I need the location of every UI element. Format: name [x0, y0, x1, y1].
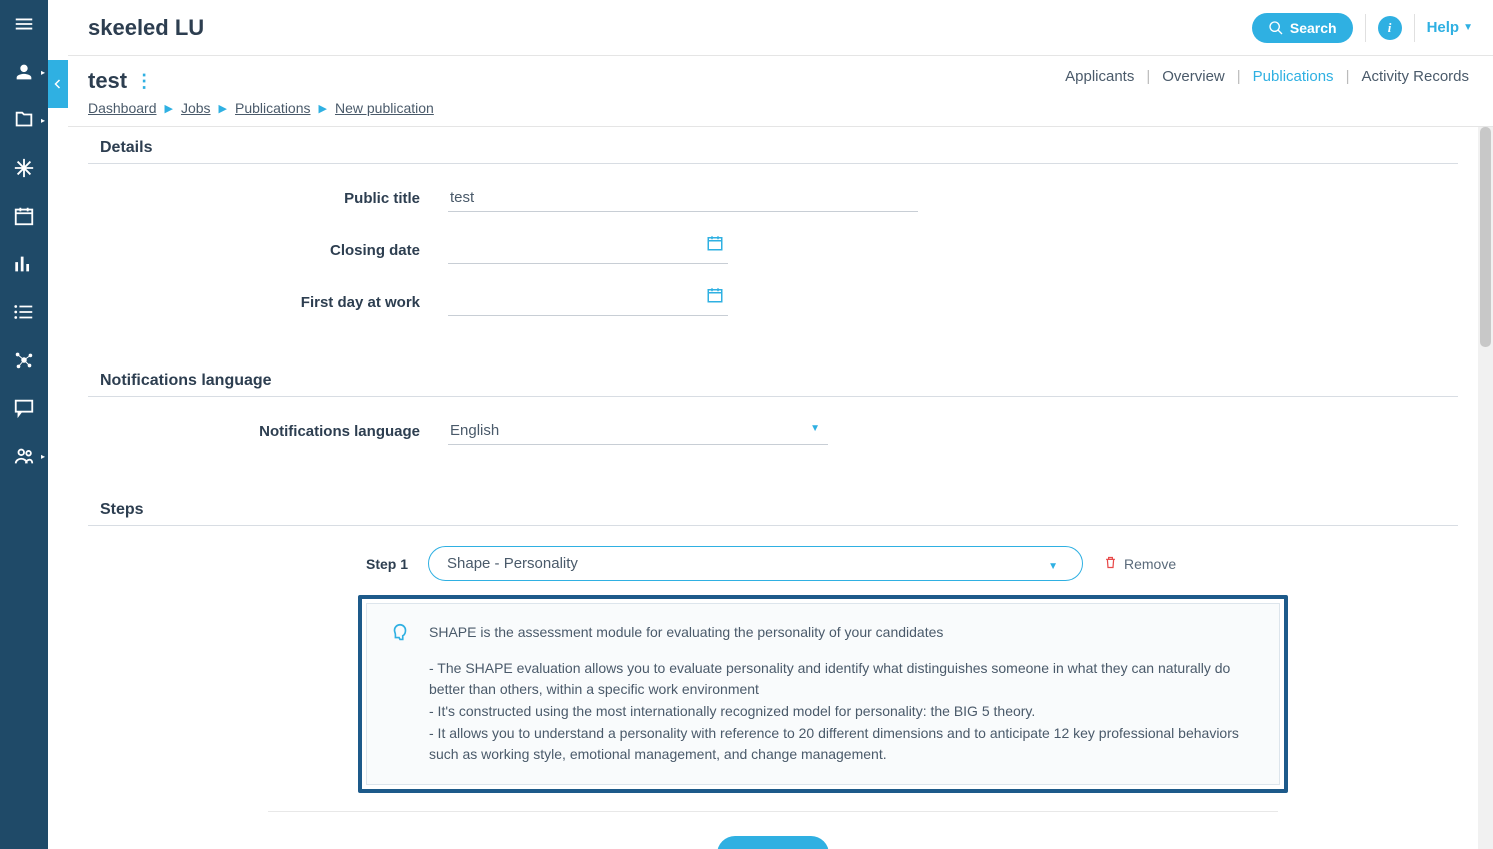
info-headline: SHAPE is the assessment module for evalu… [429, 622, 1257, 644]
step1-select[interactable]: Shape - Personality ▼ [428, 546, 1083, 581]
calendar-icon [706, 286, 724, 304]
expand-icon: ▸ [41, 68, 45, 77]
section-steps-title: Steps [88, 493, 1458, 526]
chevron-left-icon [52, 78, 64, 90]
section-notifications-title: Notifications language [88, 364, 1458, 397]
breadcrumb-publications[interactable]: Publications [235, 100, 311, 116]
chevron-right-icon: ▶ [319, 102, 327, 115]
scrollbar-thumb[interactable] [1480, 127, 1491, 347]
info-panel: SHAPE is the assessment module for evalu… [358, 595, 1288, 793]
calendar-icon [13, 205, 35, 227]
head-icon [389, 622, 411, 766]
network-icon [13, 349, 35, 371]
calendar-icon [706, 234, 724, 252]
help-button[interactable]: Help ▼ [1427, 19, 1473, 36]
notifications-language-select[interactable] [448, 417, 828, 445]
expand-icon: ▸ [41, 116, 45, 125]
sidebar-item-calendar[interactable] [0, 192, 48, 240]
first-day-input[interactable] [448, 288, 728, 316]
section-details-title: Details [88, 131, 1458, 164]
tab-publications[interactable]: Publications [1249, 68, 1338, 85]
step1-label: Step 1 [338, 556, 408, 572]
chevron-down-icon: ▼ [1463, 22, 1473, 33]
collapse-column [48, 0, 68, 849]
chevron-right-icon: ▶ [165, 102, 173, 115]
sidebar-item-analytics[interactable] [0, 240, 48, 288]
breadcrumb-new-publication[interactable]: New publication [335, 100, 434, 116]
chevron-down-icon: ▼ [1048, 561, 1058, 572]
sidebar-item-feedback[interactable] [0, 384, 48, 432]
team-icon [13, 445, 35, 467]
list-icon [13, 301, 35, 323]
sidebar-item-jobs[interactable]: ▸ [0, 96, 48, 144]
closing-date-label: Closing date [88, 242, 448, 259]
trash-icon [1103, 555, 1118, 573]
folder-icon [13, 109, 35, 131]
brand-title: skeeled LU [88, 15, 204, 41]
page-title: test [88, 68, 127, 94]
sidebar-item-asterisk[interactable] [0, 144, 48, 192]
public-title-input[interactable] [448, 184, 918, 212]
header: skeeled LU Search i Help ▼ [68, 0, 1493, 56]
info-bullet-1: - The SHAPE evaluation allows you to eva… [429, 658, 1257, 701]
help-button-label: Help [1427, 19, 1460, 36]
sidebar-item-list[interactable] [0, 288, 48, 336]
chevron-right-icon: ▶ [219, 102, 227, 115]
search-button-label: Search [1290, 20, 1337, 36]
tab-overview[interactable]: Overview [1158, 68, 1229, 85]
breadcrumb: Dashboard ▶ Jobs ▶ Publications ▶ New pu… [88, 100, 434, 116]
breadcrumb-dashboard[interactable]: Dashboard [88, 100, 157, 116]
closing-date-calendar-button[interactable] [706, 234, 724, 257]
collapse-sidebar-button[interactable] [48, 60, 68, 108]
hamburger-icon [13, 13, 35, 35]
search-button[interactable]: Search [1252, 13, 1353, 43]
search-icon [1268, 20, 1284, 36]
remove-step-button[interactable]: Remove [1103, 555, 1176, 573]
tab-applicants[interactable]: Applicants [1061, 68, 1138, 85]
bars-icon [13, 253, 35, 275]
first-day-label: First day at work [88, 294, 448, 311]
add-step-button[interactable]: + Add step [717, 836, 828, 849]
info-button[interactable]: i [1378, 16, 1402, 40]
chat-icon [13, 397, 35, 419]
content: Details Public title Closing date [68, 127, 1478, 849]
page-actions-menu[interactable]: ⋮ [135, 71, 153, 92]
sidebar-item-team[interactable]: ▸ [0, 432, 48, 480]
sidebar-menu-toggle[interactable] [0, 0, 48, 48]
step1-select-value: Shape - Personality [447, 555, 578, 572]
sidebar: ▸ ▸ ▸ [0, 0, 48, 849]
breadcrumb-jobs[interactable]: Jobs [181, 100, 211, 116]
tab-activity-records[interactable]: Activity Records [1357, 68, 1473, 85]
plus-icon: + [735, 845, 744, 849]
scrollbar[interactable] [1478, 127, 1493, 849]
expand-icon: ▸ [41, 452, 45, 461]
closing-date-input[interactable] [448, 236, 728, 264]
info-bullet-3: - It allows you to understand a personal… [429, 723, 1257, 766]
remove-step-label: Remove [1124, 556, 1176, 572]
info-bullet-2: - It's constructed using the most intern… [429, 701, 1257, 723]
notifications-language-label: Notifications language [88, 423, 448, 440]
public-title-label: Public title [88, 190, 448, 207]
sub-header: test ⋮ Dashboard ▶ Jobs ▶ Publications ▶… [68, 56, 1493, 127]
person-icon [13, 61, 35, 83]
first-day-calendar-button[interactable] [706, 286, 724, 309]
asterisk-icon [13, 157, 35, 179]
sidebar-item-candidates[interactable]: ▸ [0, 48, 48, 96]
sidebar-item-network[interactable] [0, 336, 48, 384]
tab-links: Applicants | Overview | Publications | A… [1061, 68, 1473, 85]
